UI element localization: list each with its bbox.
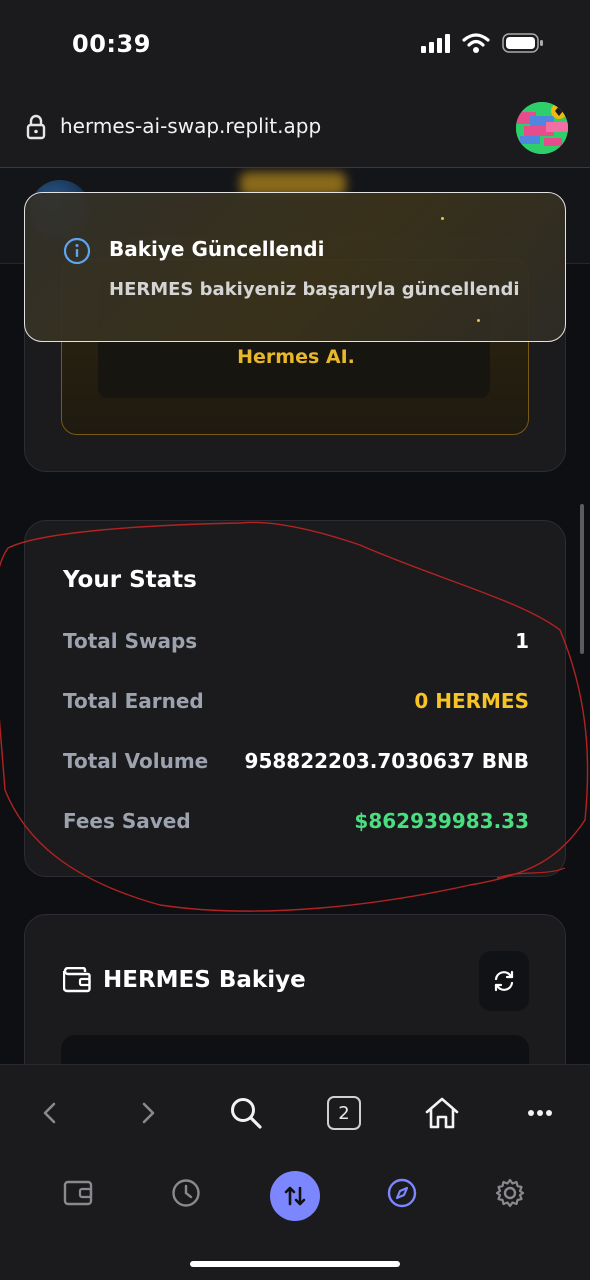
- sparkle-dot: [441, 217, 444, 220]
- signal-icon: [421, 34, 450, 53]
- balance-title: HERMES Bakiye: [103, 967, 306, 993]
- search-button[interactable]: [224, 1091, 268, 1135]
- stat-value: $862939983.33: [354, 809, 529, 833]
- history-icon: [172, 1179, 200, 1207]
- stats-title: Your Stats: [63, 567, 197, 593]
- stat-label: Total Swaps: [63, 629, 198, 653]
- settings-icon: [495, 1178, 525, 1208]
- stat-value: 1: [515, 629, 529, 653]
- forward-icon: [142, 1102, 155, 1124]
- stat-value: 0 HERMES: [414, 689, 529, 713]
- sparkle-dot: [477, 319, 480, 322]
- address-bar[interactable]: hermes-ai-swap.replit.app: [0, 88, 590, 168]
- stat-label: Fees Saved: [63, 809, 191, 833]
- stat-row-total-earned: Total Earned 0 HERMES: [63, 689, 529, 713]
- back-icon: [43, 1102, 56, 1124]
- balance-panel: [61, 1035, 529, 1064]
- home-button[interactable]: [420, 1091, 464, 1135]
- url-text[interactable]: hermes-ai-swap.replit.app: [60, 114, 321, 138]
- wallet-icon: [63, 1180, 93, 1206]
- lock-icon: [26, 114, 46, 140]
- status-bar: 00:39: [0, 0, 590, 88]
- search-icon: [231, 1098, 262, 1129]
- toast-notification[interactable]: Bakiye Güncellendi HERMES bakiyeniz başa…: [24, 192, 566, 342]
- back-button[interactable]: [28, 1091, 72, 1135]
- more-button[interactable]: [518, 1091, 562, 1135]
- swap-icon: [284, 1186, 306, 1206]
- forward-button[interactable]: [126, 1091, 170, 1135]
- stat-row-fees-saved: Fees Saved $862939983.33: [63, 809, 529, 833]
- explore-icon: [387, 1178, 417, 1208]
- toast-message: HERMES bakiyeniz başarıyla güncellendi: [109, 279, 520, 300]
- tab-wallet[interactable]: [54, 1169, 102, 1217]
- system-icons: [420, 32, 544, 54]
- stat-label: Total Volume: [63, 749, 209, 773]
- stat-value: 958822203.7030637 BNB: [244, 749, 529, 773]
- stat-row-total-swaps: Total Swaps 1: [63, 629, 529, 653]
- browser-toolbar: 2: [0, 1064, 590, 1280]
- refresh-button[interactable]: [479, 951, 529, 1011]
- refresh-icon: [494, 970, 514, 992]
- info-icon: [63, 237, 91, 265]
- hermes-ai-label: Hermes AI.: [237, 346, 355, 368]
- hermes-balance-card: HERMES Bakiye: [24, 914, 566, 1064]
- stat-label: Total Earned: [63, 689, 204, 713]
- stats-card: Your Stats Total Swaps 1 Total Earned 0 …: [24, 520, 566, 877]
- tabs-icon: 2: [327, 1096, 361, 1130]
- home-indicator[interactable]: [190, 1261, 400, 1267]
- tab-history[interactable]: [162, 1169, 210, 1217]
- tab-settings[interactable]: [486, 1169, 534, 1217]
- wifi-icon: [462, 33, 490, 53]
- toast-title: Bakiye Güncellendi: [109, 237, 325, 261]
- scrollbar[interactable]: [580, 504, 584, 654]
- wallet-icon: [63, 967, 91, 993]
- pixel-avatar-icon: [516, 102, 568, 154]
- browser-nav: 2: [0, 1065, 590, 1157]
- tab-explore[interactable]: [378, 1169, 426, 1217]
- extension-avatar[interactable]: [516, 102, 568, 154]
- tab-swap[interactable]: [270, 1171, 320, 1221]
- tabs-button[interactable]: 2: [322, 1091, 366, 1135]
- home-icon: [425, 1097, 459, 1129]
- stat-row-total-volume: Total Volume 958822203.7030637 BNB: [63, 749, 529, 773]
- battery-icon: [502, 33, 543, 53]
- clock: 00:39: [72, 30, 151, 58]
- more-icon: [528, 1110, 552, 1116]
